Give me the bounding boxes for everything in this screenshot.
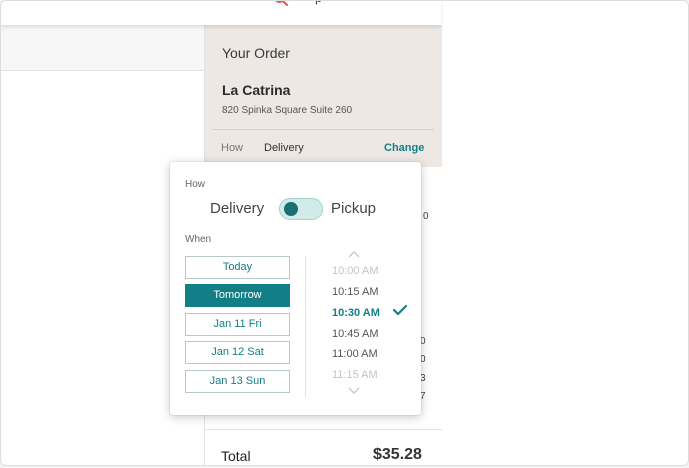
chevron-down-icon[interactable] — [347, 386, 361, 396]
how-value: Delivery — [264, 142, 304, 154]
total-label: Total — [221, 448, 251, 464]
popover-how-label: How — [185, 179, 206, 190]
delivery-pickup-toggle[interactable] — [279, 198, 323, 220]
fulfillment-popover: How Delivery Pickup When Today Tomorrow … — [170, 162, 421, 415]
restaurant-address: 820 Spinka Square Suite 260 — [222, 105, 353, 116]
logo-text: p — [315, 1, 322, 5]
day-option-today[interactable]: Today — [185, 256, 290, 279]
time-option[interactable]: 11:15 AM — [332, 369, 378, 381]
day-option-jan-13[interactable]: Jan 13 Sun — [185, 370, 290, 393]
partial-value: 0 — [423, 211, 429, 222]
restaurant-name: La Catrina — [222, 82, 291, 98]
right-empty-area — [441, 1, 688, 465]
logo[interactable]: p — [273, 1, 359, 9]
toggle-knob — [284, 202, 298, 216]
time-option[interactable]: 10:00 AM — [332, 265, 378, 277]
column-divider — [305, 256, 306, 397]
day-option-tomorrow[interactable]: Tomorrow — [185, 284, 290, 307]
left-pane-strip — [1, 25, 204, 71]
order-header: Your Order La Catrina 820 Spinka Square … — [205, 25, 442, 167]
pickup-option[interactable]: Pickup — [331, 200, 376, 217]
popover-when-label: When — [185, 234, 212, 245]
day-option-jan-11[interactable]: Jan 11 Fri — [185, 313, 290, 336]
time-option[interactable]: 11:00 AM — [332, 348, 378, 360]
order-title: Your Order — [222, 45, 290, 61]
time-option[interactable]: 10:45 AM — [332, 328, 378, 340]
change-link[interactable]: Change — [384, 142, 424, 154]
total-row: Total $35.28 — [205, 429, 442, 465]
time-option[interactable]: 10:15 AM — [332, 286, 378, 298]
check-icon — [392, 304, 408, 316]
chevron-up-icon[interactable] — [347, 249, 361, 259]
total-value: $35.28 — [373, 446, 422, 463]
delivery-option[interactable]: Delivery — [210, 200, 264, 217]
magnifier-logo-icon — [275, 1, 289, 7]
how-label: How — [221, 142, 244, 154]
time-option-selected[interactable]: 10:30 AM — [332, 307, 380, 319]
top-bar: p — [1, 1, 441, 25]
app-window: p Your Order La Catrina 820 Spinka Squar… — [0, 0, 689, 466]
day-option-jan-12[interactable]: Jan 12 Sat — [185, 341, 290, 364]
